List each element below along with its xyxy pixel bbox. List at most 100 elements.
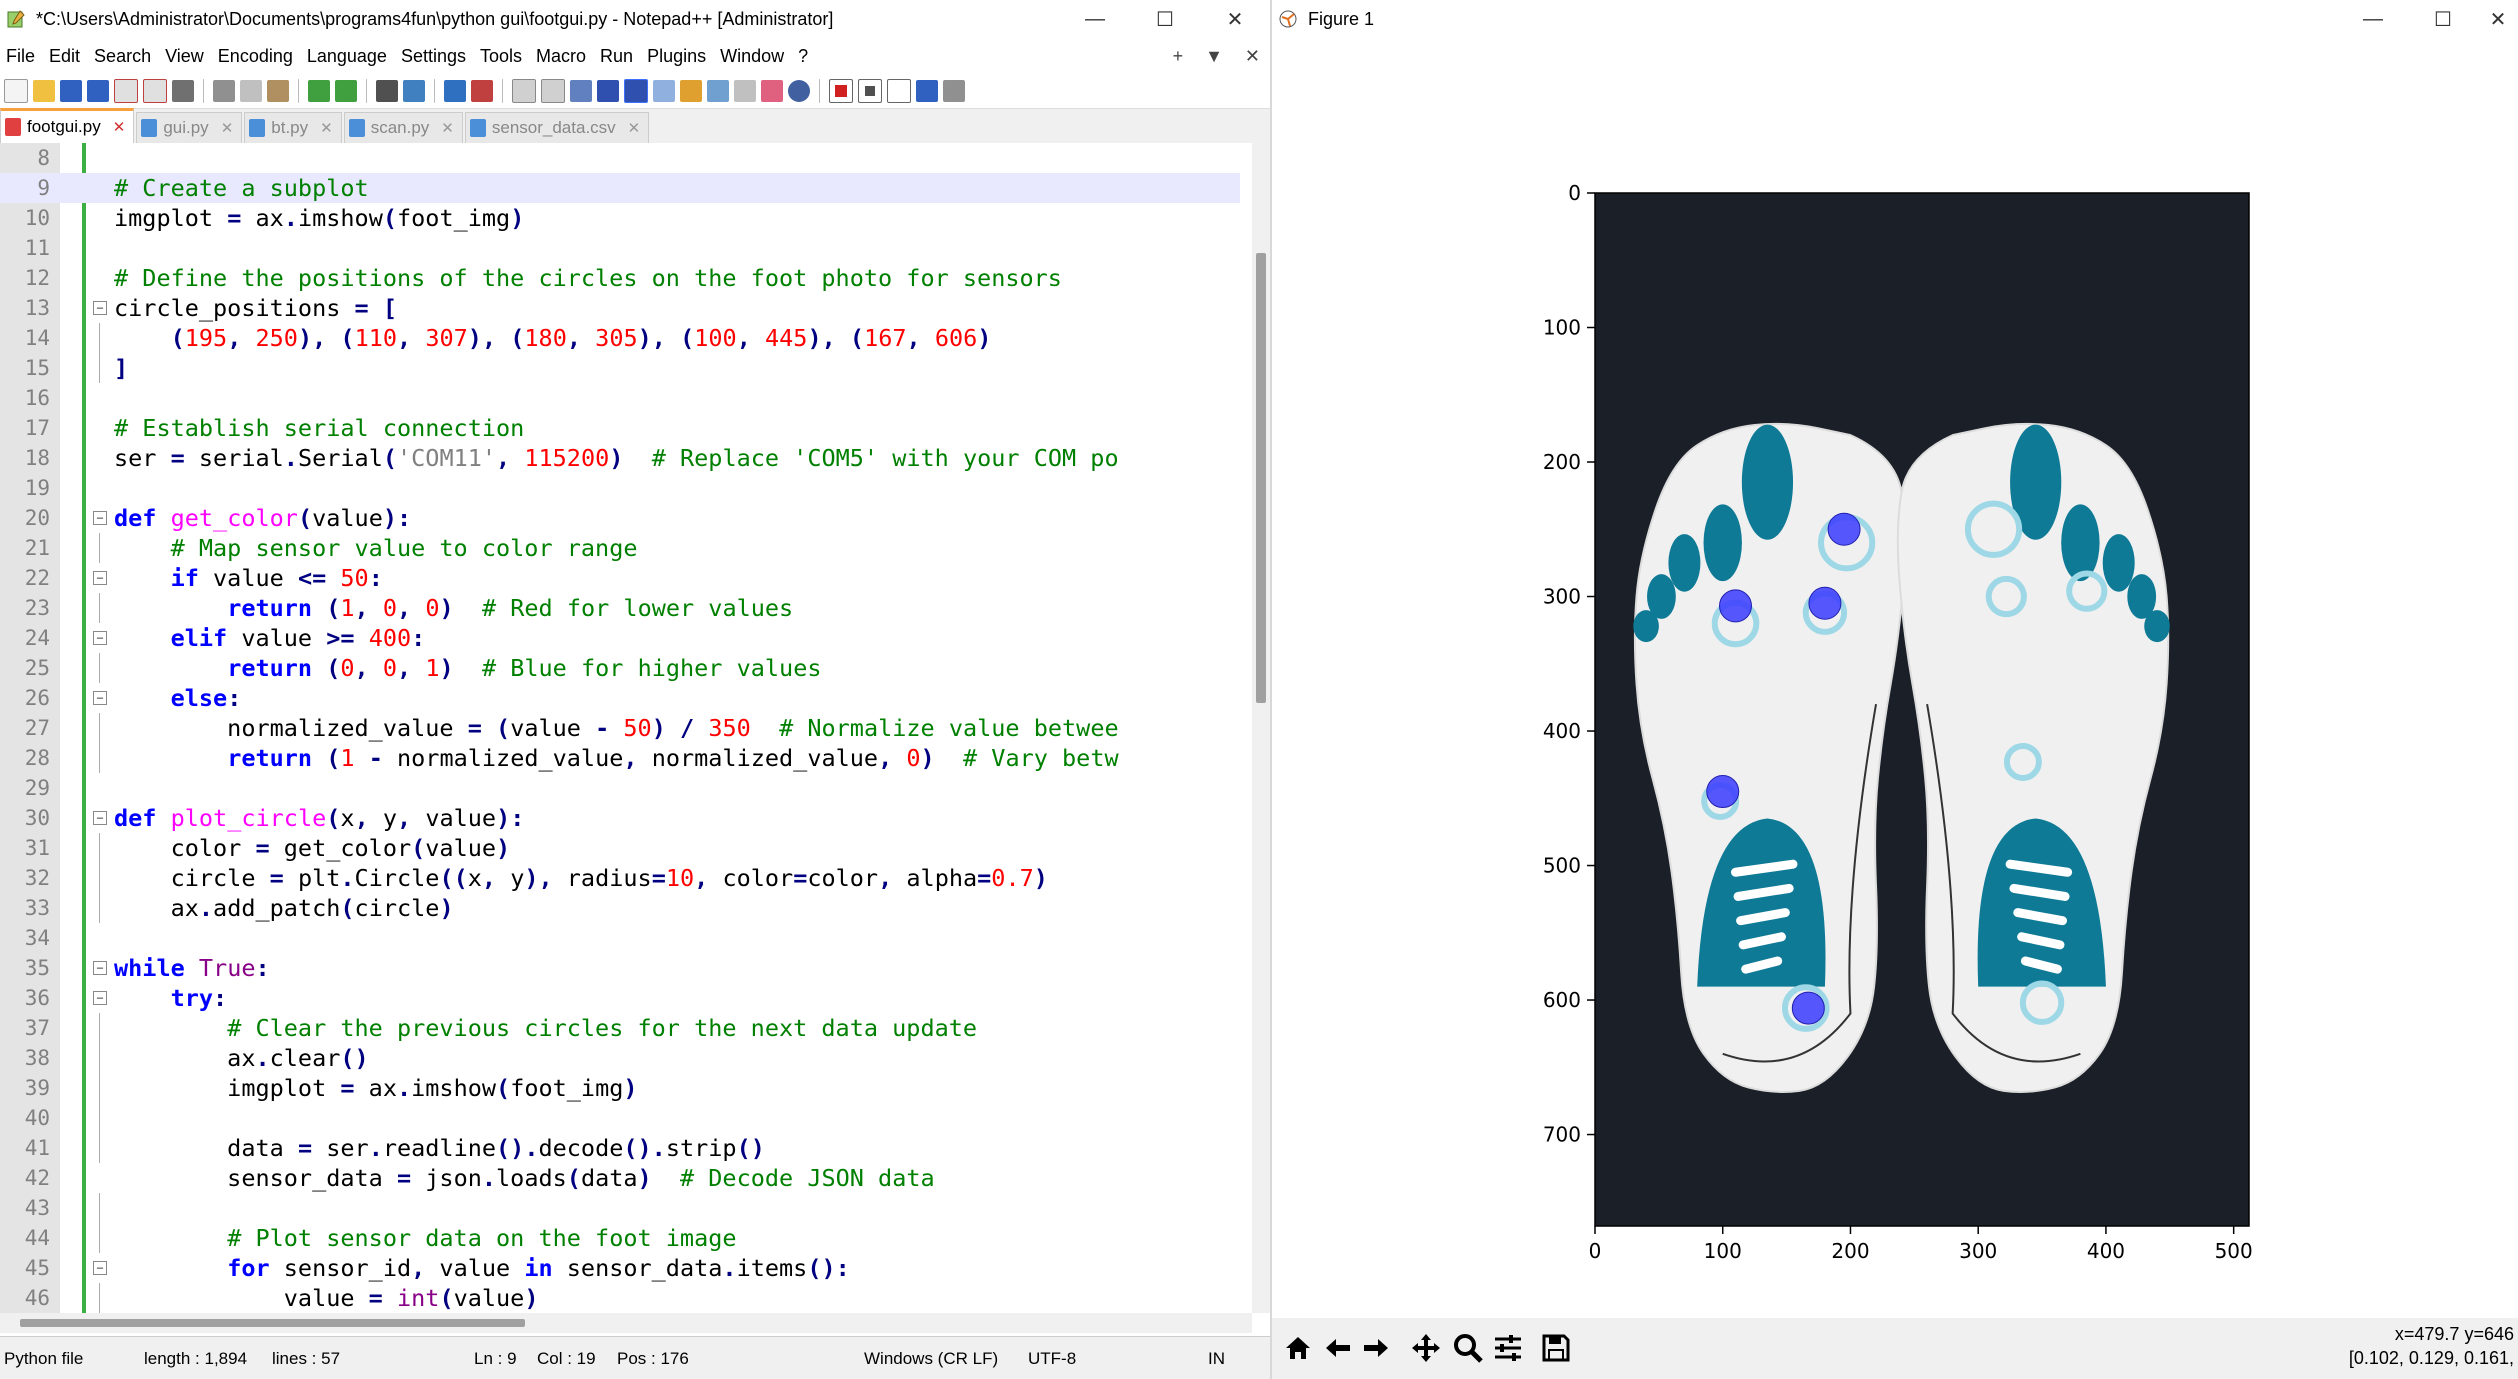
code-line[interactable]: 30 − def plot_circle(x, y, value): xyxy=(0,803,1240,833)
sync-horizontal-icon[interactable] xyxy=(541,79,565,103)
fold-toggle-icon[interactable]: − xyxy=(93,631,107,645)
doc-map-icon[interactable] xyxy=(680,80,702,102)
figure-close-button[interactable]: ✕ xyxy=(2478,7,2518,32)
menu-edit[interactable]: Edit xyxy=(47,46,92,67)
print-icon[interactable] xyxy=(172,80,194,102)
indent-guide-icon[interactable] xyxy=(624,79,648,103)
code-line[interactable]: 29 xyxy=(0,773,1240,803)
code-line[interactable]: 23 return (1, 0, 0) # Red for lower valu… xyxy=(0,593,1240,623)
run-macro-multiple-icon[interactable] xyxy=(916,80,938,102)
save-all-icon[interactable] xyxy=(87,80,109,102)
fold-toggle-icon[interactable]: − xyxy=(93,511,107,525)
horizontal-scrollbar[interactable] xyxy=(0,1313,1252,1333)
code-line[interactable]: 43 xyxy=(0,1193,1240,1223)
menu-view[interactable]: View xyxy=(163,46,216,67)
save-icon[interactable] xyxy=(1540,1332,1572,1364)
menu-encoding[interactable]: Encoding xyxy=(216,46,305,67)
back-icon[interactable] xyxy=(1322,1332,1354,1364)
doc-list-icon[interactable] xyxy=(761,80,783,102)
code-editor[interactable]: 8 9 # Create a subplot 10 imgplot = ax.imsho… xyxy=(0,143,1270,1313)
code-line[interactable]: 34 xyxy=(0,923,1240,953)
code-line[interactable]: 11 xyxy=(0,233,1240,263)
word-wrap-icon[interactable] xyxy=(570,80,592,102)
copy-icon[interactable] xyxy=(240,80,262,102)
paste-icon[interactable] xyxy=(267,80,289,102)
tab-list-button[interactable]: ▼ xyxy=(1205,46,1223,67)
fold-toggle-icon[interactable]: − xyxy=(93,691,107,705)
fold-toggle-icon[interactable]: − xyxy=(93,811,107,825)
code-line[interactable]: 41 data = ser.readline().decode().strip(… xyxy=(0,1133,1240,1163)
menu-help[interactable]: ? xyxy=(796,46,820,67)
tab-close-icon[interactable]: ✕ xyxy=(441,119,454,137)
sync-vertical-icon[interactable] xyxy=(512,79,536,103)
menu-search[interactable]: Search xyxy=(92,46,163,67)
code-line[interactable]: 13 − circle_positions = [ xyxy=(0,293,1240,323)
code-line[interactable]: 16 xyxy=(0,383,1240,413)
replace-icon[interactable] xyxy=(403,80,425,102)
status-insert-mode[interactable]: IN xyxy=(1208,1349,1225,1369)
fold-toggle-icon[interactable]: − xyxy=(93,571,107,585)
code-line[interactable]: 19 xyxy=(0,473,1240,503)
code-line[interactable]: 21 # Map sensor value to color range xyxy=(0,533,1240,563)
code-line[interactable]: 22 − if value <= 50: xyxy=(0,563,1240,593)
redo-icon[interactable] xyxy=(335,80,357,102)
code-line[interactable]: 46 value = int(value) xyxy=(0,1283,1240,1313)
menu-macro[interactable]: Macro xyxy=(534,46,598,67)
code-line[interactable]: 40 xyxy=(0,1103,1240,1133)
minimize-button[interactable]: — xyxy=(1060,8,1130,31)
play-macro-icon[interactable] xyxy=(887,79,911,103)
close-button[interactable]: ✕ xyxy=(1200,7,1270,32)
record-macro-icon[interactable] xyxy=(829,79,853,103)
fold-toggle-icon[interactable]: − xyxy=(93,991,107,1005)
save-macro-icon[interactable] xyxy=(943,80,965,102)
menu-plugins[interactable]: Plugins xyxy=(645,46,718,67)
menu-language[interactable]: Language xyxy=(305,46,399,67)
code-line[interactable]: 28 return (1 - normalized_value, normali… xyxy=(0,743,1240,773)
code-line[interactable]: 8 xyxy=(0,143,1240,173)
code-line[interactable]: 45 − for sensor_id, value in sensor_data.… xyxy=(0,1253,1240,1283)
tab-scan[interactable]: scan.py ✕ xyxy=(343,112,463,143)
horizontal-scroll-thumb[interactable] xyxy=(20,1319,525,1327)
status-eol[interactable]: Windows (CR LF) xyxy=(864,1349,998,1369)
code-line[interactable]: 37 # Clear the previous circles for the … xyxy=(0,1013,1240,1043)
figure-canvas[interactable]: 0 100 200 300 400 500 0 100 200 300 400 500 600 700 xyxy=(1272,38,2518,1318)
code-line[interactable]: 44 # Plot sensor data on the foot image xyxy=(0,1223,1240,1253)
cut-icon[interactable] xyxy=(213,80,235,102)
code-line[interactable]: 25 return (0, 0, 1) # Blue for higher va… xyxy=(0,653,1240,683)
tab-bt[interactable]: bt.py ✕ xyxy=(244,112,342,143)
tab-close-icon[interactable]: ✕ xyxy=(320,119,333,137)
code-line[interactable]: 39 imgplot = ax.imshow(foot_img) xyxy=(0,1073,1240,1103)
figure-minimize-button[interactable]: — xyxy=(2338,8,2408,31)
undo-icon[interactable] xyxy=(308,80,330,102)
tab-footgui[interactable]: footgui.py ✕ xyxy=(0,108,135,143)
close-tab-button[interactable]: ✕ xyxy=(1245,46,1260,67)
zoom-out-icon[interactable] xyxy=(471,80,493,102)
pan-icon[interactable] xyxy=(1410,1332,1442,1364)
code-line[interactable]: 26 − else: xyxy=(0,683,1240,713)
code-line[interactable]: 35 − while True: xyxy=(0,953,1240,983)
code-line[interactable]: 31 color = get_color(value) xyxy=(0,833,1240,863)
code-line[interactable]: 24 − elif value >= 400: xyxy=(0,623,1240,653)
tab-close-icon[interactable]: ✕ xyxy=(628,119,641,137)
find-icon[interactable] xyxy=(376,80,398,102)
vertical-scroll-thumb[interactable] xyxy=(1256,253,1266,703)
forward-icon[interactable] xyxy=(1360,1332,1392,1364)
udl-icon[interactable] xyxy=(653,80,675,102)
zoom-in-icon[interactable] xyxy=(444,80,466,102)
tab-close-icon[interactable]: ✕ xyxy=(113,118,126,136)
code-line[interactable]: 36 − try: xyxy=(0,983,1240,1013)
close-file-icon[interactable] xyxy=(114,79,138,103)
tab-gui[interactable]: gui.py ✕ xyxy=(136,112,243,143)
menu-run[interactable]: Run xyxy=(598,46,645,67)
menu-tools[interactable]: Tools xyxy=(478,46,534,67)
fold-toggle-icon[interactable]: − xyxy=(93,961,107,975)
home-icon[interactable] xyxy=(1282,1332,1314,1364)
status-encoding[interactable]: UTF-8 xyxy=(1028,1349,1076,1369)
code-line[interactable]: 18 ser = serial.Serial('COM11', 115200) #… xyxy=(0,443,1240,473)
maximize-button[interactable]: ☐ xyxy=(1130,7,1200,32)
function-list-icon[interactable] xyxy=(707,80,729,102)
code-line[interactable]: 12 # Define the positions of the circles … xyxy=(0,263,1240,293)
code-line[interactable]: 17 # Establish serial connection xyxy=(0,413,1240,443)
tab-close-icon[interactable]: ✕ xyxy=(221,119,234,137)
close-all-icon[interactable] xyxy=(143,79,167,103)
